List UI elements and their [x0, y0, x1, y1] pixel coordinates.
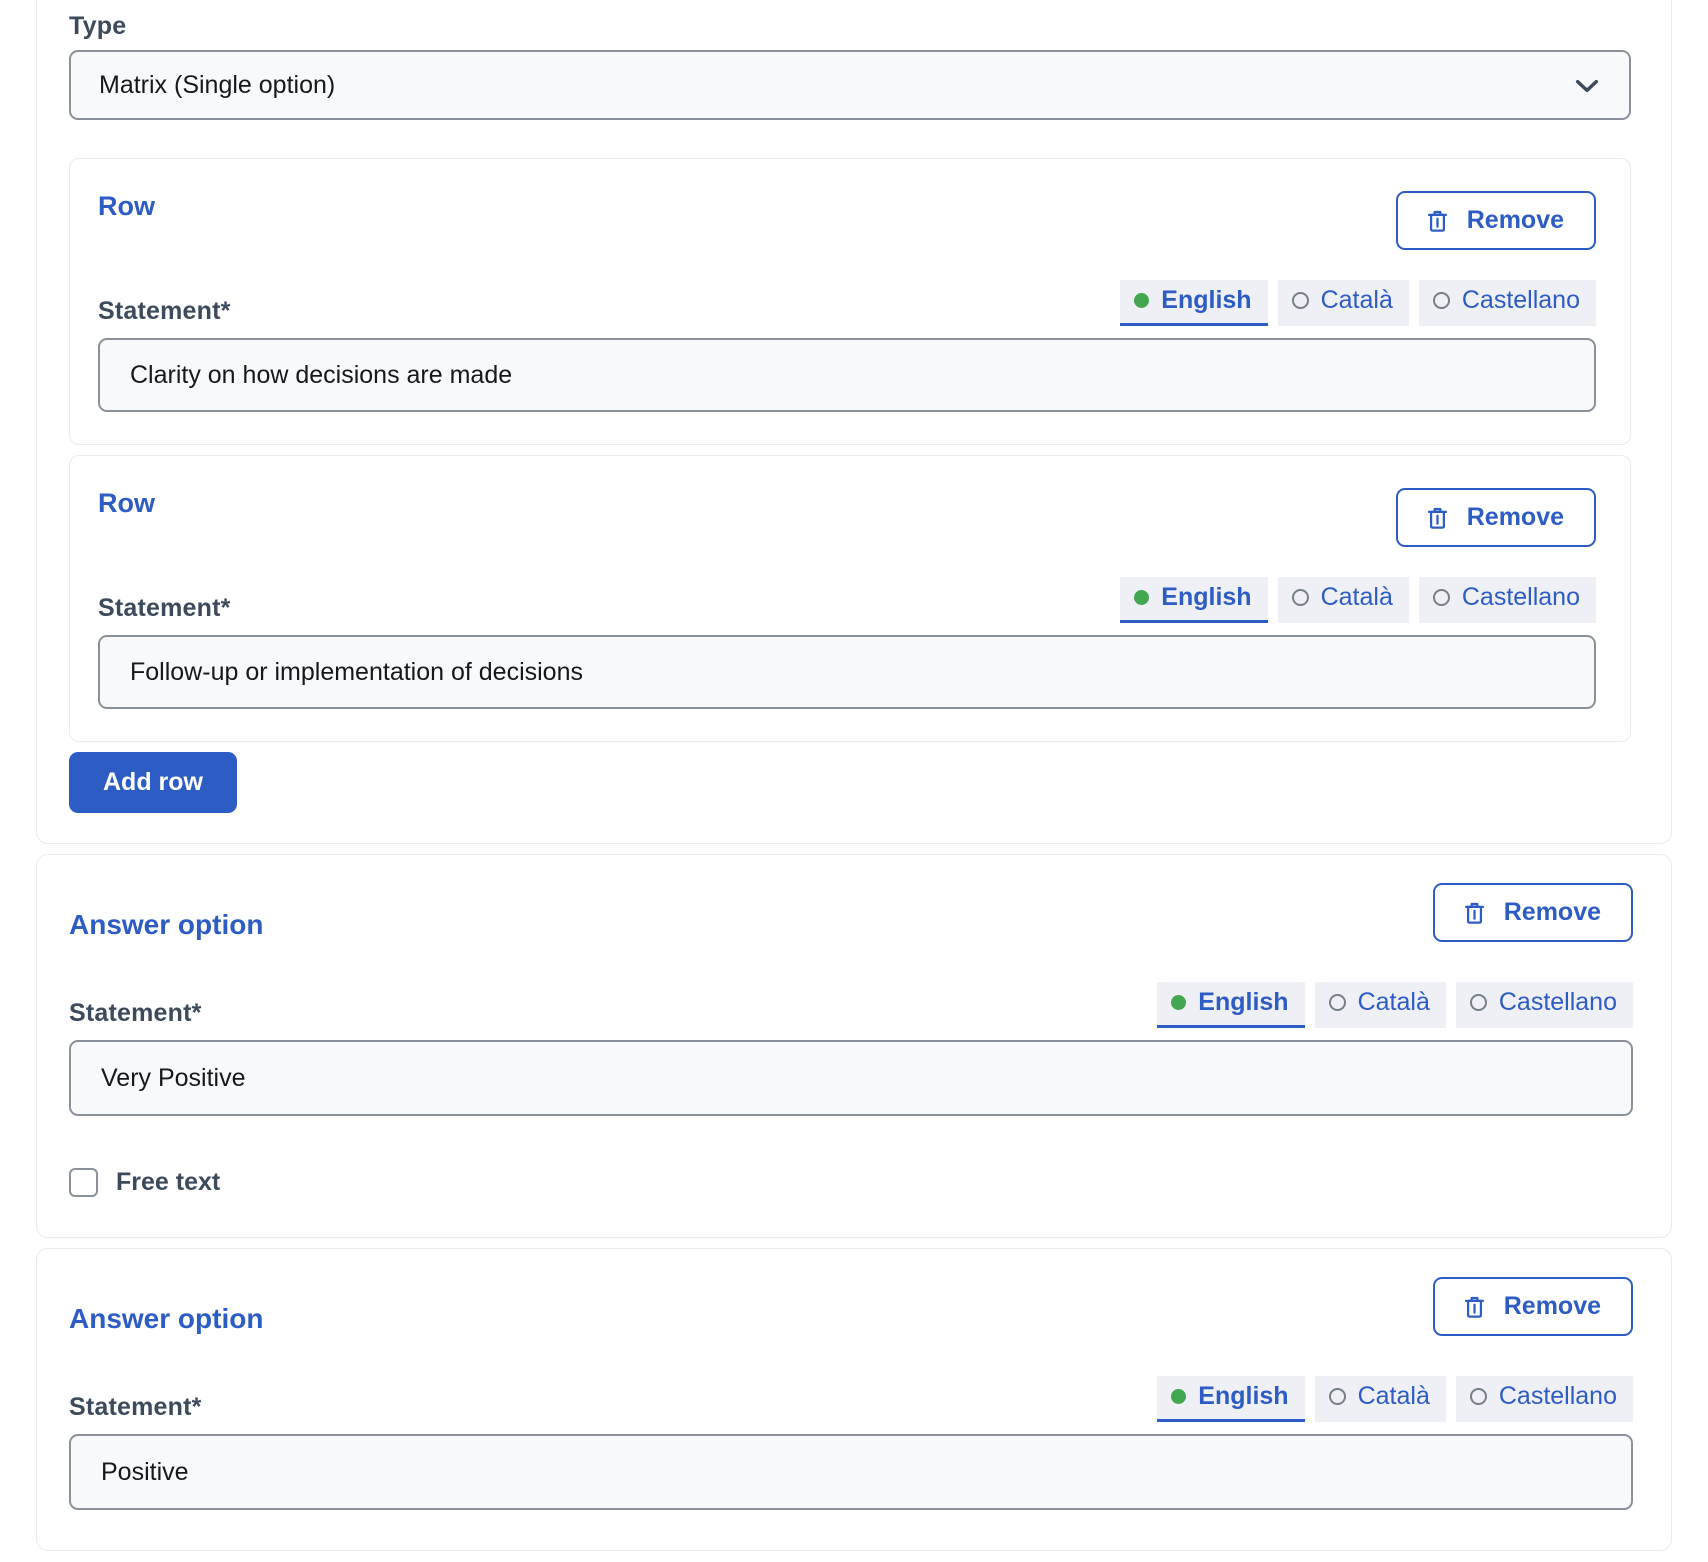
add-row-button[interactable]: Add row [69, 752, 237, 813]
statement-label: Statement* [98, 297, 231, 326]
free-text-label: Free text [116, 1168, 220, 1197]
remove-row-button[interactable]: Remove [1396, 191, 1596, 250]
radio-icon [1470, 1388, 1487, 1405]
radio-icon [1329, 994, 1346, 1011]
chevron-down-icon [1571, 69, 1603, 101]
language-label: Català [1321, 583, 1393, 612]
question-editor-panel: Type Matrix (Single option) Row Remove S… [36, 0, 1672, 844]
statement-input[interactable] [98, 338, 1596, 412]
type-label: Type [69, 12, 1631, 41]
language-label: Català [1321, 286, 1393, 315]
language-chip-castellano[interactable]: Castellano [1456, 982, 1633, 1028]
free-text-option: Free text [69, 1168, 1633, 1197]
remove-label: Remove [1504, 1292, 1601, 1321]
free-text-checkbox[interactable] [69, 1168, 98, 1197]
answer-option-heading: Answer option [69, 909, 263, 941]
language-chip-english[interactable]: English [1120, 280, 1267, 326]
trash-icon [1424, 504, 1451, 532]
radio-icon [1433, 292, 1450, 309]
radio-icon [1433, 589, 1450, 606]
language-chip-catala[interactable]: Català [1278, 280, 1409, 326]
trash-icon [1461, 1293, 1488, 1321]
language-selector: English Català Castellano [1120, 280, 1596, 326]
remove-label: Remove [1467, 503, 1564, 532]
question-type-value: Matrix (Single option) [99, 71, 335, 100]
language-chip-catala[interactable]: Català [1315, 982, 1446, 1028]
radio-icon [1329, 1388, 1346, 1405]
selected-radio-icon [1134, 293, 1149, 308]
trash-icon [1461, 899, 1488, 927]
language-label: Castellano [1462, 286, 1580, 315]
remove-row-button[interactable]: Remove [1396, 488, 1596, 547]
language-selector: English Català Castellano [1157, 982, 1633, 1028]
language-chip-catala[interactable]: Català [1278, 577, 1409, 623]
language-label: Castellano [1462, 583, 1580, 612]
remove-answer-option-button[interactable]: Remove [1433, 1277, 1633, 1336]
trash-icon [1424, 207, 1451, 235]
language-label: English [1161, 286, 1251, 315]
language-label: Castellano [1499, 1382, 1617, 1411]
language-label: Català [1358, 988, 1430, 1017]
language-chip-english[interactable]: English [1157, 982, 1304, 1028]
statement-label: Statement* [98, 594, 231, 623]
selected-radio-icon [1171, 1389, 1186, 1404]
radio-icon [1470, 994, 1487, 1011]
language-selector: English Català Castellano [1120, 577, 1596, 623]
answer-option-card: Answer option Remove Statement* English … [36, 1248, 1672, 1551]
language-chip-catala[interactable]: Català [1315, 1376, 1446, 1422]
remove-answer-option-button[interactable]: Remove [1433, 883, 1633, 942]
language-label: English [1198, 988, 1288, 1017]
language-selector: English Català Castellano [1157, 1376, 1633, 1422]
statement-input[interactable] [69, 1434, 1633, 1510]
statement-label: Statement* [69, 1393, 202, 1422]
language-chip-english[interactable]: English [1157, 1376, 1304, 1422]
language-chip-castellano[interactable]: Castellano [1456, 1376, 1633, 1422]
question-type-select[interactable]: Matrix (Single option) [69, 50, 1631, 120]
answer-option-card: Answer option Remove Statement* English … [36, 854, 1672, 1238]
language-label: Català [1358, 1382, 1430, 1411]
statement-input[interactable] [98, 635, 1596, 709]
row-card: Row Remove Statement* English Català [69, 455, 1631, 742]
row-card: Row Remove Statement* English Català [69, 158, 1631, 445]
language-label: English [1198, 1382, 1288, 1411]
statement-label: Statement* [69, 999, 202, 1028]
selected-radio-icon [1171, 995, 1186, 1010]
selected-radio-icon [1134, 590, 1149, 605]
language-label: English [1161, 583, 1251, 612]
radio-icon [1292, 292, 1309, 309]
language-chip-castellano[interactable]: Castellano [1419, 577, 1596, 623]
answer-option-heading: Answer option [69, 1303, 263, 1335]
row-heading: Row [98, 488, 155, 519]
remove-label: Remove [1467, 206, 1564, 235]
statement-input[interactable] [69, 1040, 1633, 1116]
radio-icon [1292, 589, 1309, 606]
language-chip-english[interactable]: English [1120, 577, 1267, 623]
language-label: Castellano [1499, 988, 1617, 1017]
remove-label: Remove [1504, 898, 1601, 927]
language-chip-castellano[interactable]: Castellano [1419, 280, 1596, 326]
row-heading: Row [98, 191, 155, 222]
